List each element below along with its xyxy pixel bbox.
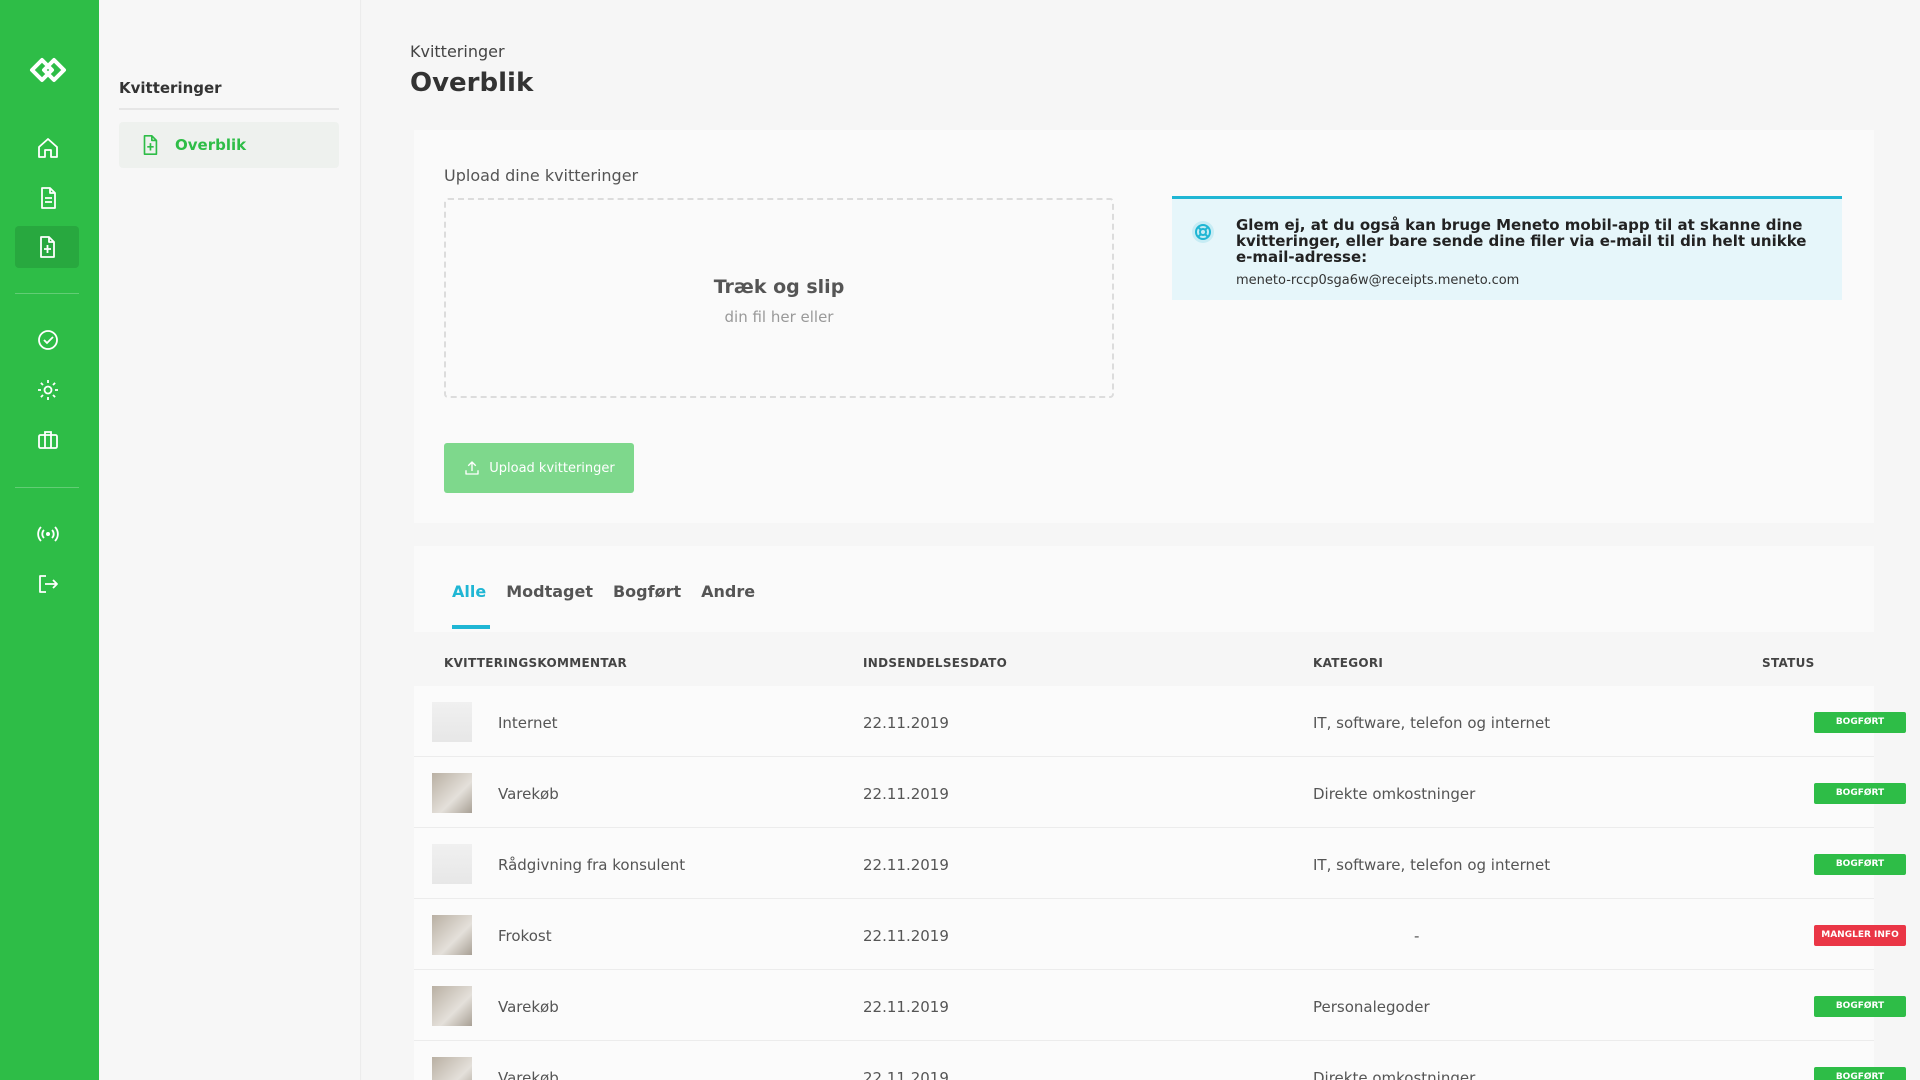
cell-comment: Frokost (498, 927, 552, 945)
tab-bogfort[interactable]: Bogført (613, 582, 681, 629)
filter-tabs: Alle Modtaget Bogført Andre (452, 582, 755, 629)
sidebar-divider (119, 108, 339, 110)
cell-category: Personalegoder (1313, 998, 1430, 1016)
breadcrumb[interactable]: Kvitteringer (410, 42, 505, 61)
upload-panel: Upload dine kvitteringer Træk og slip di… (414, 130, 1874, 523)
cell-date: 22.11.2019 (863, 1069, 949, 1080)
table-header: KVITTERINGSKOMMENTAR INDSENDELSESDATO KA… (414, 632, 1874, 686)
lifebuoy-icon (1192, 221, 1214, 243)
receipt-thumbnail[interactable] (432, 915, 472, 955)
receipt-thumbnail[interactable] (432, 773, 472, 813)
upload-heading: Upload dine kvitteringer (444, 166, 639, 185)
receipt-icon[interactable] (15, 226, 79, 268)
cell-date: 22.11.2019 (863, 785, 949, 803)
table-row[interactable]: Varekøb 22.11.2019 Direkte omkostninger … (414, 1041, 1906, 1080)
tab-andre[interactable]: Andre (701, 582, 755, 629)
broadcast-icon[interactable] (28, 514, 68, 554)
tab-modtaget[interactable]: Modtaget (506, 582, 593, 629)
sidebar-item-label: Overblik (175, 136, 247, 154)
table-row[interactable]: Rådgivning fra konsulent 22.11.2019 IT, … (414, 828, 1906, 899)
table-row[interactable]: Internet 22.11.2019 IT, software, telefo… (414, 686, 1906, 757)
column-header-date[interactable]: INDSENDELSESDATO (863, 656, 1007, 670)
gear-icon[interactable] (28, 370, 68, 410)
info-banner: Glem ej, at du også kan bruge Meneto mob… (1172, 196, 1842, 300)
primary-rail (0, 0, 99, 1080)
info-email[interactable]: meneto-rccp0sga6w@receipts.meneto.com (1236, 273, 1820, 288)
cell-category: Direkte omkostninger (1313, 1069, 1476, 1080)
receipts-table-panel: Alle Modtaget Bogført Andre KVITTERINGSK… (414, 546, 1906, 1080)
cell-date: 22.11.2019 (863, 856, 949, 874)
rail-divider (15, 487, 79, 488)
receipt-thumbnail[interactable] (432, 702, 472, 742)
page-title: Overblik (410, 68, 534, 98)
column-header-comment[interactable]: KVITTERINGSKOMMENTAR (444, 656, 627, 670)
home-icon[interactable] (28, 128, 68, 168)
cell-date: 22.11.2019 (863, 927, 949, 945)
column-header-status[interactable]: STATUS (1762, 656, 1815, 670)
column-header-category[interactable]: KATEGORI (1313, 656, 1383, 670)
cell-comment: Internet (498, 714, 558, 732)
table-body: Internet 22.11.2019 IT, software, telefo… (414, 686, 1906, 1080)
receipt-thumbnail[interactable] (432, 844, 472, 884)
logout-icon[interactable] (28, 564, 68, 604)
upload-button-label: Upload kvitteringer (489, 460, 615, 476)
info-message: Glem ej, at du også kan bruge Meneto mob… (1236, 216, 1807, 266)
check-circle-icon[interactable] (28, 320, 68, 360)
dropzone-subtitle: din fil her eller (724, 308, 834, 326)
table-row[interactable]: Varekøb 22.11.2019 Direkte omkostninger … (414, 757, 1906, 828)
tab-alle[interactable]: Alle (452, 582, 491, 629)
status-badge: BOGFØRT (1814, 996, 1906, 1017)
sidebar-section-title: Kvitteringer (119, 79, 222, 97)
logo-icon[interactable] (26, 52, 70, 88)
receipt-icon (143, 135, 158, 155)
sidebar-item-overblik[interactable]: Overblik (119, 122, 339, 168)
cell-comment: Rådgivning fra konsulent (498, 856, 686, 874)
cell-date: 22.11.2019 (863, 998, 949, 1016)
briefcase-icon[interactable] (28, 420, 68, 460)
dropzone[interactable]: Træk og slip din fil her eller (444, 198, 1114, 398)
status-badge: BOGFØRT (1814, 1067, 1906, 1080)
status-badge: MANGLER INFO (1814, 925, 1906, 946)
dropzone-title: Træk og slip (713, 276, 845, 298)
receipt-thumbnail[interactable] (432, 1057, 472, 1080)
table-row[interactable]: Frokost 22.11.2019 - MANGLER INFO (414, 899, 1906, 970)
cell-date: 22.11.2019 (863, 714, 949, 732)
cell-category: IT, software, telefon og internet (1313, 856, 1551, 874)
rail-divider (15, 293, 79, 294)
upload-button[interactable]: Upload kvitteringer (444, 443, 634, 493)
upload-icon (465, 461, 479, 475)
cell-category: IT, software, telefon og internet (1313, 714, 1551, 732)
cell-comment: Varekøb (498, 1069, 559, 1080)
status-badge: BOGFØRT (1814, 854, 1906, 875)
cell-category: Direkte omkostninger (1313, 785, 1476, 803)
receipt-thumbnail[interactable] (432, 986, 472, 1026)
document-icon[interactable] (28, 178, 68, 218)
cell-comment: Varekøb (498, 785, 559, 803)
secondary-sidebar: Kvitteringer Overblik (99, 0, 361, 1080)
status-badge: BOGFØRT (1814, 712, 1906, 733)
table-row[interactable]: Varekøb 22.11.2019 Personalegoder BOGFØR… (414, 970, 1906, 1041)
status-badge: BOGFØRT (1814, 783, 1906, 804)
cell-category: - (1414, 927, 1420, 945)
cell-comment: Varekøb (498, 998, 559, 1016)
main-content: Kvitteringer Overblik Upload dine kvitte… (362, 0, 1920, 1080)
